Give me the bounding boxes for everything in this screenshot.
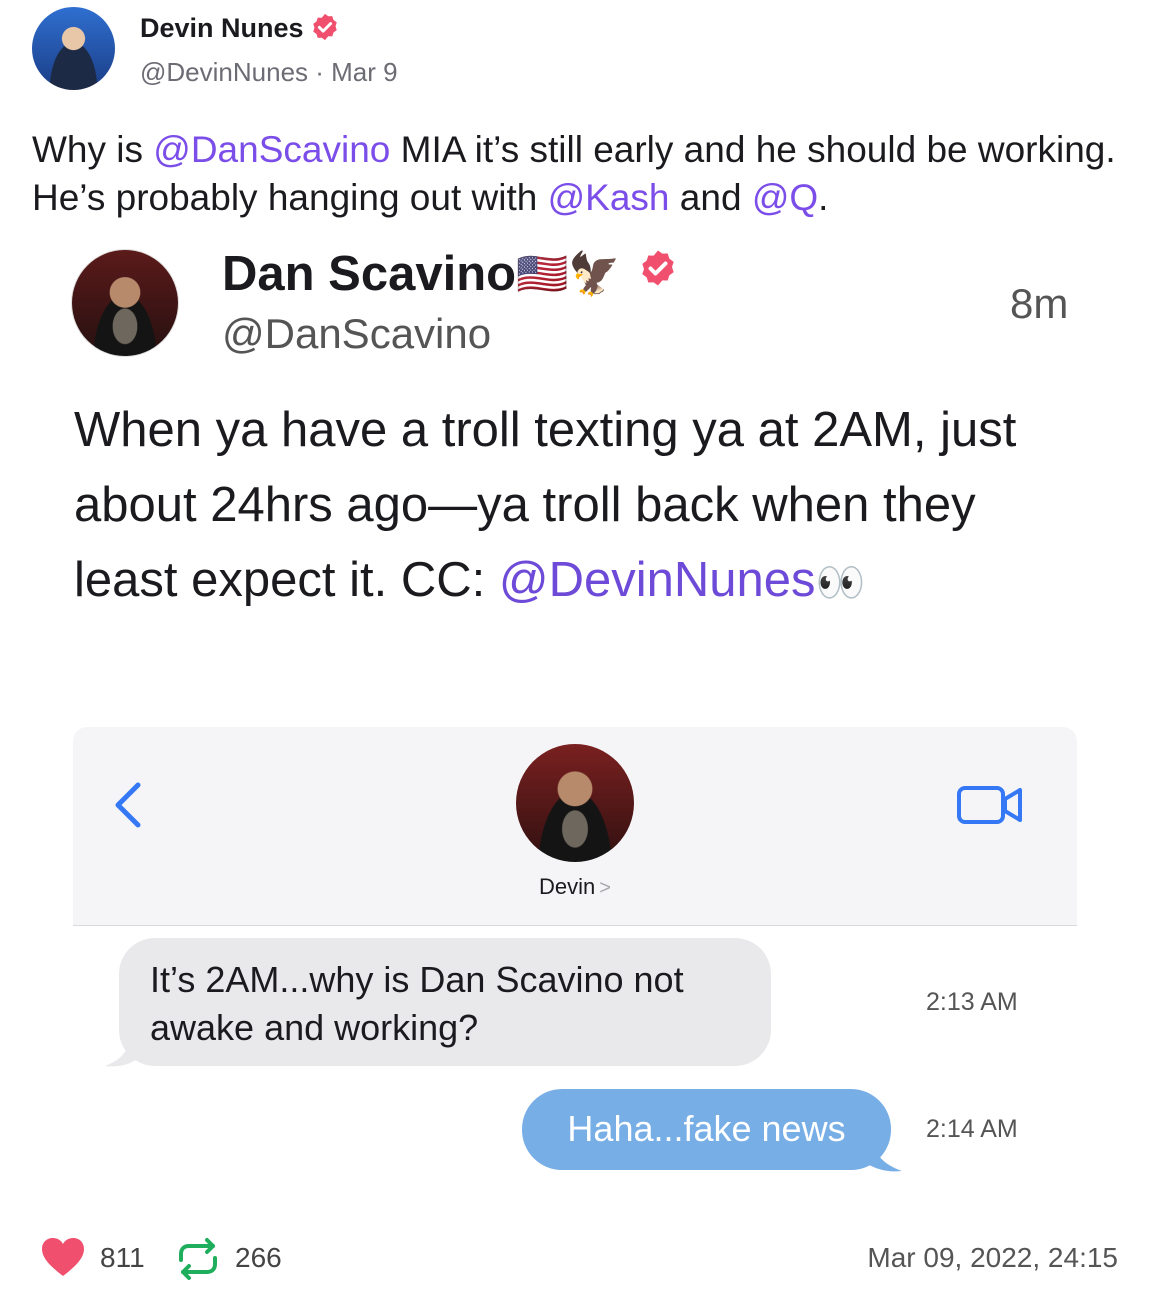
like-count: 811 bbox=[100, 1242, 145, 1273]
outgoing-time: 2:14 AM bbox=[926, 1115, 1018, 1143]
embedded-mention: @DevinNunes bbox=[498, 553, 816, 607]
contact-avatar bbox=[516, 744, 634, 862]
post-text-part: Why is bbox=[32, 129, 154, 170]
mention-link[interactable]: @DanScavino bbox=[153, 129, 390, 170]
post-text-part: . bbox=[818, 177, 829, 218]
heart-icon[interactable] bbox=[40, 1236, 86, 1278]
post-timestamp: Mar 09, 2022, 24:15 bbox=[867, 1242, 1118, 1273]
post-text: Why is @DanScavino MIA it’s still early … bbox=[32, 126, 1122, 222]
embedded-name-row: Dan Scavino🇺🇸🦅 bbox=[222, 246, 678, 302]
author-name-row[interactable]: Devin Nunes bbox=[140, 12, 340, 44]
repost-icon[interactable] bbox=[175, 1236, 221, 1282]
eyes-emoji: 👀 bbox=[815, 561, 866, 605]
embedded-handle: @DanScavino bbox=[222, 310, 492, 357]
mention-link[interactable]: @Kash bbox=[548, 177, 670, 218]
flag-eagle-emoji: 🇺🇸🦅 bbox=[516, 250, 621, 297]
handle-date-line: @DevinNunes · Mar 9 bbox=[140, 57, 398, 88]
contact-chevron: > bbox=[599, 877, 611, 899]
separator: · bbox=[308, 57, 332, 87]
facetime-video-icon bbox=[957, 786, 1022, 824]
author-handle[interactable]: @DevinNunes bbox=[140, 57, 308, 87]
contact-name-row: Devin > bbox=[530, 874, 620, 900]
outgoing-message: Haha...fake news bbox=[567, 1108, 846, 1149]
post-text-part: and bbox=[669, 177, 752, 218]
embedded-name: Dan Scavino bbox=[222, 247, 517, 301]
mention-link[interactable]: @Q bbox=[752, 177, 818, 218]
author-name[interactable]: Devin Nunes bbox=[140, 13, 304, 43]
incoming-bubble-tail bbox=[105, 1030, 143, 1067]
verified-badge-icon bbox=[642, 250, 674, 286]
verified-badge-icon bbox=[312, 13, 337, 41]
incoming-message: It’s 2AM...why is Dan Scavino not awake … bbox=[150, 959, 684, 1048]
post-date[interactable]: Mar 9 bbox=[331, 57, 397, 87]
incoming-time: 2:13 AM bbox=[926, 988, 1018, 1016]
embedded-time: 8m bbox=[1010, 280, 1069, 327]
contact-name: Devin bbox=[539, 874, 596, 899]
author-avatar[interactable] bbox=[32, 7, 115, 90]
embedded-text: When ya have a troll texting ya at 2AM, … bbox=[74, 393, 1084, 621]
back-chevron-icon bbox=[115, 782, 141, 828]
repost-count: 266 bbox=[235, 1242, 282, 1273]
embedded-avatar bbox=[72, 250, 178, 356]
